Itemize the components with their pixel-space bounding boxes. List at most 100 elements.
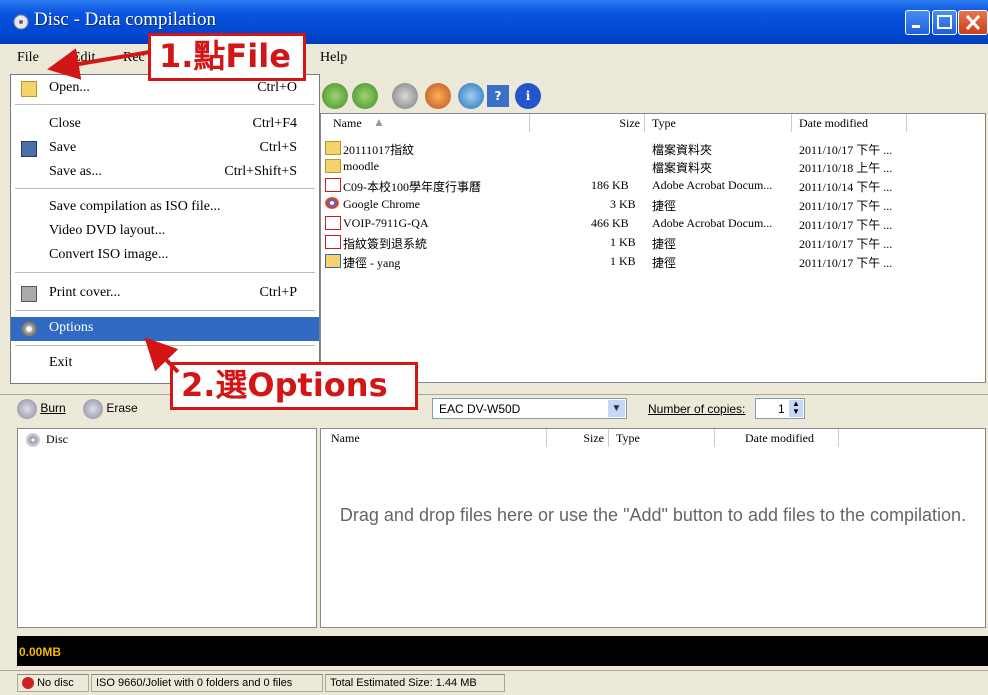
- tree-root-label[interactable]: Disc: [46, 432, 68, 447]
- empty-hint: Drag and drop files here or use the "Add…: [339, 505, 967, 525]
- col-size-header[interactable]: Size: [529, 114, 645, 132]
- back-icon[interactable]: [322, 83, 348, 109]
- sort-asc-icon: ▲: [373, 115, 385, 129]
- file-type: 捷徑: [652, 237, 677, 251]
- col-type-label: Type: [652, 116, 676, 130]
- file-date: 2011/10/17 下午 ...: [799, 143, 893, 157]
- file-type: Adobe Acrobat Docum...: [652, 178, 773, 192]
- menu-save-shortcut: Ctrl+S: [259, 140, 297, 155]
- file-row[interactable]: 捷徑 - yang 1 KB 捷徑 2011/10/17 下午 ...: [321, 254, 985, 270]
- menu-convert-iso[interactable]: Convert ISO image...: [11, 244, 319, 268]
- chrome-icon[interactable]: [425, 83, 451, 109]
- close-button[interactable]: [958, 10, 988, 35]
- app-disc-icon: [13, 14, 29, 30]
- status-disc: No disc: [17, 674, 89, 692]
- menu-print-cover[interactable]: Print cover... Ctrl+P: [11, 282, 319, 306]
- file-date: 2011/10/17 下午 ...: [799, 237, 893, 251]
- file-name: Google Chrome: [343, 197, 420, 211]
- disc-icon: [26, 433, 40, 447]
- menu-save-iso[interactable]: Save compilation as ISO file...: [11, 196, 319, 220]
- file-row[interactable]: C09-本校100學年度行事曆 186 KB Adobe Acrobat Doc…: [321, 178, 985, 194]
- menu-close[interactable]: Close Ctrl+F4: [11, 113, 319, 137]
- file-row[interactable]: 20111017指紋 檔案資料夾 2011/10/17 下午 ...: [321, 141, 985, 157]
- capacity-bar: 0.00MB: [17, 636, 988, 666]
- comp-col-type[interactable]: Type: [608, 429, 715, 447]
- comp-col-name[interactable]: Name: [321, 429, 547, 447]
- printer-icon: [21, 286, 37, 302]
- spin-arrows-icon[interactable]: ▲ ▼: [789, 400, 803, 417]
- menu-recorder[interactable]: Rec: [123, 50, 145, 66]
- comp-col-date[interactable]: Date modified: [714, 429, 839, 447]
- comp-col-type-label: Type: [616, 431, 640, 445]
- file-name: 捷徑 - yang: [343, 256, 401, 270]
- help-icon[interactable]: ?: [487, 85, 509, 107]
- col-size-label: Size: [619, 116, 640, 130]
- menu-save-as[interactable]: Save as... Ctrl+Shift+S: [11, 161, 319, 185]
- menu-convert-iso-label: Convert ISO image...: [49, 247, 169, 262]
- file-name: C09-本校100學年度行事曆: [343, 180, 482, 194]
- file-row[interactable]: moodle 檔案資料夾 2011/10/18 上午 ...: [321, 159, 985, 175]
- status-total-size: Total Estimated Size: 1.44 MB: [325, 674, 505, 692]
- floppy-save-icon: [21, 141, 37, 157]
- status-filesystem: ISO 9660/Joliet with 0 folders and 0 fil…: [91, 674, 323, 692]
- compilation-list[interactable]: Name Size Type Date modified Drag and dr…: [320, 428, 986, 628]
- file-name: 指紋簽到退系統: [343, 237, 428, 251]
- menu-close-label: Close: [49, 116, 81, 131]
- annotation-step2: 2.選Options: [170, 362, 418, 410]
- no-disc-icon: [22, 677, 34, 690]
- erase-label: Erase: [106, 401, 138, 416]
- file-type: 捷徑: [652, 199, 677, 213]
- menu-exit-label: Exit: [49, 355, 73, 370]
- minimize-button[interactable]: [905, 10, 930, 35]
- file-row[interactable]: Google Chrome 3 KB 捷徑 2011/10/17 下午 ...: [321, 197, 985, 213]
- window-title: Disc - Data compilation: [34, 9, 217, 30]
- chevron-down-icon[interactable]: ▼: [608, 400, 625, 417]
- menu-edit[interactable]: Edit: [72, 50, 95, 66]
- erase-disc-icon: [83, 399, 103, 419]
- capacity-label: 0.00MB: [19, 645, 62, 659]
- file-name: moodle: [343, 159, 379, 173]
- drive-select[interactable]: EAC DV-W50D ▼: [432, 398, 627, 419]
- add-icon[interactable]: [352, 83, 378, 109]
- burn-button[interactable]: Burn: [17, 399, 66, 423]
- settings-gear-icon[interactable]: [392, 83, 418, 109]
- col-name-header[interactable]: Name ▲: [321, 114, 530, 132]
- file-browser-list[interactable]: Name ▲ Size Type Date modified 20111017指…: [320, 113, 986, 383]
- disc-tree[interactable]: Disc: [17, 428, 317, 628]
- file-size: 1 KB: [610, 254, 636, 268]
- tools-icon[interactable]: [458, 83, 484, 109]
- col-date-header[interactable]: Date modified: [791, 114, 907, 132]
- erase-button[interactable]: Erase: [83, 399, 138, 423]
- menu-video-dvd-label: Video DVD layout...: [49, 223, 166, 238]
- menu-save-label: Save: [49, 140, 77, 155]
- menu-file[interactable]: File: [17, 50, 39, 66]
- col-type-header[interactable]: Type: [644, 114, 792, 132]
- menu-save-as-label: Save as...: [49, 164, 102, 179]
- burn-label: Burn: [40, 401, 66, 416]
- pdf-icon: [325, 216, 341, 230]
- file-type: 檔案資料夾: [652, 161, 713, 175]
- menu-open-shortcut: Ctrl+O: [257, 80, 297, 95]
- menu-help[interactable]: Help: [320, 50, 347, 66]
- comp-col-name-label: Name: [331, 431, 360, 445]
- file-size: 466 KB: [591, 216, 629, 230]
- menu-separator: [15, 310, 315, 311]
- file-row[interactable]: VOIP-7911G-QA 466 KB Adobe Acrobat Docum…: [321, 216, 985, 232]
- copies-stepper[interactable]: 1 ▲ ▼: [755, 398, 805, 419]
- gear-icon: [21, 321, 37, 337]
- maximize-button[interactable]: [932, 10, 957, 35]
- file-date: 2011/10/17 下午 ...: [799, 218, 893, 232]
- pdf-icon: [325, 178, 341, 192]
- comp-col-size[interactable]: Size: [546, 429, 609, 447]
- status-total-text: Total Estimated Size: 1.44 MB: [330, 677, 477, 689]
- shortcut-icon: [325, 235, 341, 249]
- menu-save[interactable]: Save Ctrl+S: [11, 137, 319, 161]
- file-size: 3 KB: [610, 197, 636, 211]
- info-icon[interactable]: i: [515, 83, 541, 109]
- menu-video-dvd[interactable]: Video DVD layout...: [11, 220, 319, 244]
- menu-separator: [15, 345, 315, 346]
- file-row[interactable]: 指紋簽到退系統 1 KB 捷徑 2011/10/17 下午 ...: [321, 235, 985, 251]
- file-date: 2011/10/17 下午 ...: [799, 256, 893, 270]
- menu-open-label: Open...: [49, 80, 90, 95]
- menu-options[interactable]: Options: [11, 317, 319, 341]
